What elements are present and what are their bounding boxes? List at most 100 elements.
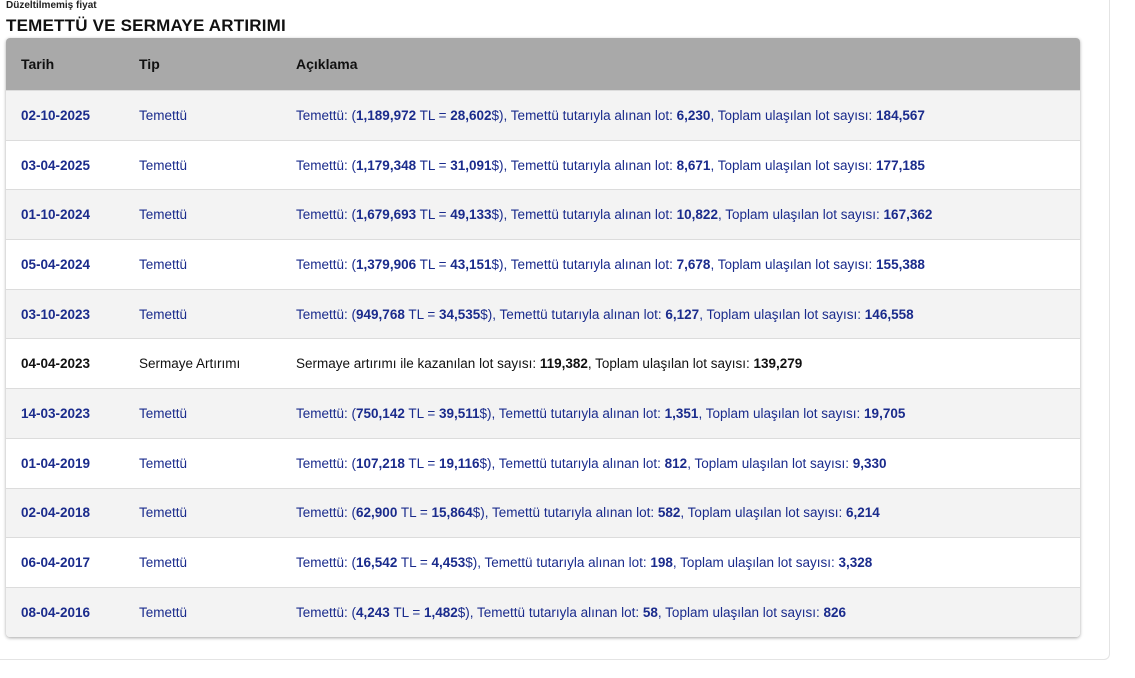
desc-text: , Toplam ulaşılan lot sayısı:: [710, 256, 877, 272]
desc-text: , Toplam ulaşılan lot sayısı:: [710, 157, 877, 173]
lot-value: 119,382: [539, 356, 588, 372]
row-type: Temettü: [139, 455, 188, 471]
total-lot-value: 184,567: [876, 107, 925, 123]
lot-value: 582: [657, 505, 681, 521]
table-row: 01-10-2024 Temettü Temettü: (1,679,693 TL …: [6, 189, 1080, 240]
dividend-usd-value: 1,482: [423, 604, 458, 620]
desc-text: Temettü: (: [296, 107, 357, 123]
row-type: Temettü: [139, 107, 188, 123]
table-header: Tarih Tip Açıklama: [6, 38, 1080, 90]
dividend-tl-value: 16,542: [356, 555, 398, 571]
row-date: 02-04-2018: [21, 505, 91, 521]
dividend-usd-value: 34,535: [439, 306, 481, 322]
lot-value: 10,822: [676, 207, 718, 223]
total-lot-value: 139,279: [753, 356, 803, 372]
dividend-usd-value: 31,091: [450, 157, 492, 173]
total-lot-value: 9,330: [852, 455, 887, 471]
row-date: 03-04-2025: [21, 157, 91, 173]
row-description: Temettü: (949,768 TL = 34,535$), Temettü…: [296, 307, 914, 322]
row-date: 08-04-2016: [21, 604, 91, 620]
dividend-usd-value: 15,864: [431, 505, 473, 521]
row-date: 01-04-2019: [21, 455, 91, 471]
total-lot-value: 19,705: [864, 405, 906, 421]
row-type: Temettü: [139, 256, 188, 272]
table-row: 02-04-2018 Temettü Temettü: (62,900 TL = 1…: [6, 487, 1080, 538]
desc-text: , Toplam ulaşılan lot sayısı:: [699, 306, 865, 322]
dividend-tl-value: 1,379,906: [356, 256, 417, 272]
desc-text: Temettü: (: [296, 207, 357, 223]
desc-text: $), Temettü tutarıyla alınan lot:: [479, 405, 665, 421]
dividend-usd-value: 49,133: [450, 207, 492, 223]
table-row: 03-10-2023 Temettü Temettü: (949,768 TL = …: [6, 288, 1080, 339]
desc-text: , Toplam ulaşılan lot sayısı:: [587, 356, 754, 372]
dividend-tl-value: 1,189,972: [356, 107, 417, 123]
desc-text: Temettü: (: [296, 604, 357, 620]
dividend-tl-value: 4,243: [356, 604, 390, 620]
desc-text: , Toplam ulaşılan lot sayısı:: [680, 505, 847, 521]
dividend-tl-value: 107,218: [356, 455, 405, 471]
desc-text: TL =: [416, 107, 451, 123]
dividend-usd-value: 43,151: [450, 256, 492, 272]
lot-value: 812: [664, 455, 688, 471]
desc-text: Temettü: (: [296, 555, 357, 571]
desc-text: $), Temettü tutarıyla alınan lot:: [491, 256, 677, 272]
row-description: Sermaye artırımı ile kazanılan lot sayıs…: [296, 356, 802, 371]
dividend-tl-value: 750,142: [356, 405, 405, 421]
row-description: Temettü: (750,142 TL = 39,511$), Temettü…: [296, 406, 905, 421]
desc-text: TL =: [416, 256, 451, 272]
desc-text: $), Temettü tutarıyla alınan lot:: [491, 207, 677, 223]
dividend-table: Tarih Tip Açıklama 02-10-2025 Temettü Teme…: [6, 38, 1080, 637]
desc-text: Temettü: (: [296, 157, 357, 173]
desc-text: TL =: [404, 405, 439, 421]
desc-text: , Toplam ulaşılan lot sayısı:: [717, 207, 884, 223]
lot-value: 6,127: [665, 306, 700, 322]
row-date: 02-10-2025: [21, 107, 91, 123]
table-row: 02-10-2025 Temettü Temettü: (1,189,972 TL …: [6, 90, 1080, 140]
desc-text: , Toplam ulaşılan lot sayısı:: [687, 455, 853, 471]
desc-text: TL =: [416, 207, 451, 223]
total-lot-value: 177,185: [876, 157, 925, 173]
row-type: Sermaye Artırımı: [139, 356, 241, 372]
dividend-usd-value: 28,602: [450, 107, 492, 123]
table-row: 04-04-2023 Sermaye Artırımı Sermaye artırı…: [6, 338, 1080, 389]
total-lot-value: 3,328: [838, 555, 873, 571]
table-row: 08-04-2016 Temettü Temettü: (4,243 TL = 1,…: [6, 586, 1080, 637]
dividend-tl-value: 949,768: [356, 306, 405, 322]
dividend-tl-value: 1,179,348: [356, 157, 417, 173]
row-date: 03-10-2023: [21, 306, 91, 322]
lot-value: 6,230: [676, 107, 711, 123]
total-lot-value: 6,214: [846, 505, 880, 521]
dividend-usd-value: 19,116: [439, 455, 480, 471]
row-description: Temettü: (4,243 TL = 1,482$), Temettü tu…: [296, 605, 846, 620]
row-type: Temettü: [139, 505, 188, 521]
row-type: Temettü: [139, 306, 188, 322]
desc-text: $), Temettü tutarıyla alınan lot:: [491, 157, 677, 173]
row-description: Temettü: (1,189,972 TL = 28,602$), Temet…: [296, 108, 925, 123]
column-header-date[interactable]: Tarih: [21, 56, 54, 72]
desc-text: Temettü: (: [296, 256, 357, 272]
desc-text: TL =: [416, 157, 451, 173]
row-type: Temettü: [139, 604, 188, 620]
lot-value: 198: [650, 555, 673, 571]
row-date: 04-04-2023: [21, 356, 91, 372]
desc-text: $), Temettü tutarıyla alınan lot:: [472, 505, 658, 521]
row-date: 14-03-2023: [21, 405, 91, 421]
row-description: Temettü: (16,542 TL = 4,453$), Temettü t…: [296, 555, 872, 570]
total-lot-value: 167,362: [883, 207, 933, 223]
row-date: 01-10-2024: [21, 207, 91, 223]
desc-text: TL =: [404, 455, 439, 471]
desc-text: Temettü: (: [296, 405, 357, 421]
table-row: 14-03-2023 Temettü Temettü: (750,142 TL = …: [6, 388, 1080, 438]
desc-text: $), Temettü tutarıyla alınan lot:: [465, 555, 651, 571]
column-header-type[interactable]: Tip: [139, 56, 160, 72]
dividend-tl-value: 1,679,693: [356, 207, 417, 223]
desc-text: , Toplam ulaşılan lot sayısı:: [698, 405, 865, 421]
column-header-description[interactable]: Açıklama: [296, 56, 357, 72]
row-description: Temettü: (1,679,693 TL = 49,133$), Temet…: [296, 207, 932, 222]
table-row: 01-04-2019 Temettü Temettü: (107,218 TL = …: [6, 437, 1080, 488]
lot-value: 1,351: [664, 405, 699, 421]
section-title: TEMETTÜ VE SERMAYE ARTIRIMI: [6, 16, 286, 35]
row-type: Temettü: [139, 555, 188, 571]
total-lot-value: 155,388: [876, 256, 925, 272]
price-note: Düzeltilmemiş fiyat: [6, 0, 97, 11]
